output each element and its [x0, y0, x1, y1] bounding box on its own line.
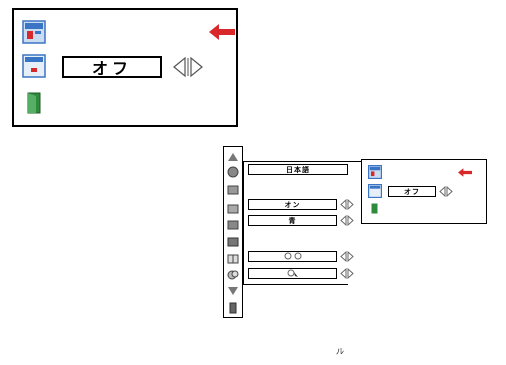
image-adjust-icon[interactable]	[227, 203, 239, 215]
setting-icon[interactable]	[227, 236, 239, 248]
screen-icon[interactable]	[227, 219, 239, 231]
scroll-down-icon[interactable]	[227, 285, 239, 297]
adjust-arrows-icon[interactable]	[340, 268, 354, 279]
lamp-mode-field[interactable]	[248, 268, 337, 279]
option-blue-field[interactable]: 青	[248, 215, 337, 226]
menu-exit-icon[interactable]	[227, 302, 239, 314]
exit-icon[interactable]	[27, 92, 41, 114]
display-icon[interactable]	[227, 166, 239, 178]
bulb-pair-icon	[284, 252, 301, 260]
setting-value-field[interactable]: オフ	[388, 186, 436, 197]
back-arrow-icon[interactable]	[209, 24, 235, 40]
menu-row-rail	[243, 161, 244, 285]
adjust-arrows-icon[interactable]	[340, 199, 354, 210]
scroll-up-icon[interactable]	[227, 151, 239, 163]
network-icon[interactable]	[227, 269, 239, 281]
setting-value-field[interactable]: オフ	[62, 56, 162, 78]
adjust-arrows-icon[interactable]	[172, 55, 204, 79]
ceiling-mode-icon[interactable]	[22, 20, 46, 44]
picture-icon[interactable]	[227, 184, 239, 196]
adjust-arrows-icon[interactable]	[439, 186, 453, 197]
adjust-arrows-icon[interactable]	[340, 251, 354, 262]
back-arrow-icon[interactable]	[458, 168, 472, 177]
ceiling-mode-icon[interactable]	[368, 165, 382, 179]
menu-row-connector	[243, 161, 361, 162]
lamp-option-field[interactable]	[248, 251, 337, 262]
setting-dialog-small: オフ	[361, 159, 487, 224]
adjust-arrows-icon[interactable]	[340, 215, 354, 226]
setting-item-icon[interactable]	[22, 54, 46, 78]
setting-dialog-large: オフ	[12, 8, 238, 127]
menu-row-bottom	[243, 284, 348, 285]
info-icon[interactable]	[227, 253, 239, 265]
footer-mark: ﾉﾚ	[336, 347, 344, 356]
option-on-field[interactable]: オン	[248, 199, 337, 210]
exit-icon[interactable]	[371, 203, 378, 214]
main-menu-column	[223, 146, 243, 318]
bulb-icon	[287, 269, 298, 277]
language-field[interactable]: 日本語	[248, 164, 348, 175]
setting-item-icon[interactable]	[368, 184, 382, 198]
